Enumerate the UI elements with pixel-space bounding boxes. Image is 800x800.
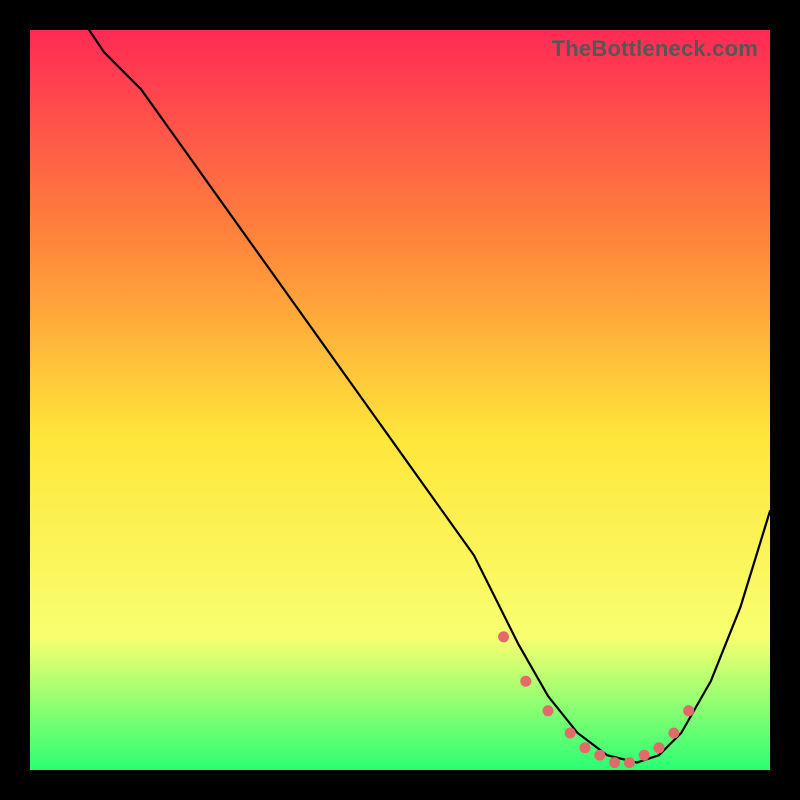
highlight-dot <box>543 705 554 716</box>
highlight-dot <box>654 742 665 753</box>
highlight-dot <box>565 728 576 739</box>
watermark-text: TheBottleneck.com <box>552 36 758 62</box>
highlight-dot <box>520 676 531 687</box>
highlight-dot <box>498 631 509 642</box>
chart-canvas <box>30 30 770 770</box>
highlight-dot <box>624 757 635 768</box>
chart-background <box>30 30 770 770</box>
highlight-dot <box>609 757 620 768</box>
highlight-dot <box>668 728 679 739</box>
highlight-dot <box>594 750 605 761</box>
highlight-dot <box>683 705 694 716</box>
highlight-dot <box>639 750 650 761</box>
chart-frame: TheBottleneck.com <box>30 30 770 770</box>
highlight-dot <box>580 742 591 753</box>
